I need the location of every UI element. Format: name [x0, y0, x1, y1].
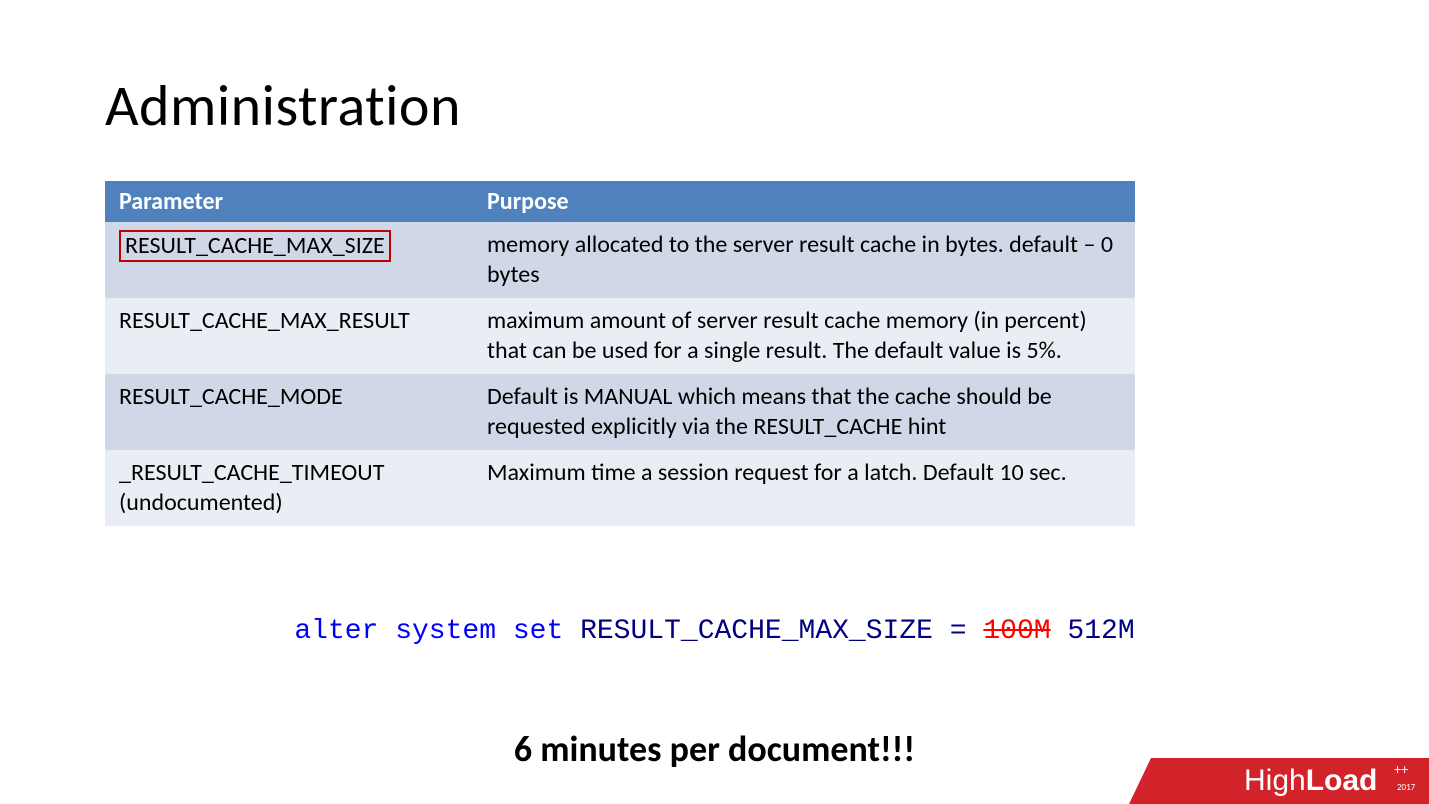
header-parameter: Parameter: [105, 181, 473, 222]
table-row: RESULT_CACHE_MAX_SIZE memory allocated t…: [105, 222, 1135, 298]
table-row: RESULT_CACHE_MAX_RESULT maximum amount o…: [105, 298, 1135, 374]
parameters-table: Parameter Purpose RESULT_CACHE_MAX_SIZE …: [105, 181, 1135, 526]
slide: Administration Parameter Purpose RESULT_…: [0, 0, 1429, 804]
purpose-cell: memory allocated to the server result ca…: [473, 222, 1135, 298]
logo-year: 2017: [1397, 782, 1416, 793]
purpose-cell: Maximum time a session request for a lat…: [473, 450, 1135, 526]
param-cell: _RESULT_CACHE_TIMEOUT (undocumented): [105, 450, 473, 526]
sql-param: RESULT_CACHE_MAX_SIZE: [580, 616, 933, 647]
logo-plus: ++: [1394, 761, 1408, 778]
header-purpose: Purpose: [473, 181, 1135, 222]
sql-old-value: 100M: [983, 616, 1050, 647]
sql-keyword-set: set: [513, 616, 563, 647]
highlighted-param: RESULT_CACHE_MAX_SIZE: [119, 230, 391, 262]
logo-text: HighLoad: [1244, 764, 1377, 797]
slide-title: Administration: [105, 70, 1324, 141]
logo-load: Load: [1306, 764, 1378, 797]
logo-high: High: [1244, 764, 1306, 797]
sql-new-value: 512M: [1067, 616, 1134, 647]
highload-logo: HighLoad ++ 2017: [1129, 738, 1429, 804]
param-cell: RESULT_CACHE_MAX_RESULT: [105, 298, 473, 374]
param-cell: RESULT_CACHE_MAX_SIZE: [105, 222, 473, 298]
table-row: RESULT_CACHE_MODE Default is MANUAL whic…: [105, 374, 1135, 450]
table-header-row: Parameter Purpose: [105, 181, 1135, 222]
sql-keyword-alter: alter: [294, 616, 378, 647]
purpose-cell: maximum amount of server result cache me…: [473, 298, 1135, 374]
sql-keyword-system: system: [395, 616, 496, 647]
sql-statement: alter system set RESULT_CACHE_MAX_SIZE =…: [105, 616, 1324, 647]
sql-eq: =: [950, 616, 967, 647]
purpose-cell: Default is MANUAL which means that the c…: [473, 374, 1135, 450]
param-cell: RESULT_CACHE_MODE: [105, 374, 473, 450]
table-row: _RESULT_CACHE_TIMEOUT (undocumented) Max…: [105, 450, 1135, 526]
